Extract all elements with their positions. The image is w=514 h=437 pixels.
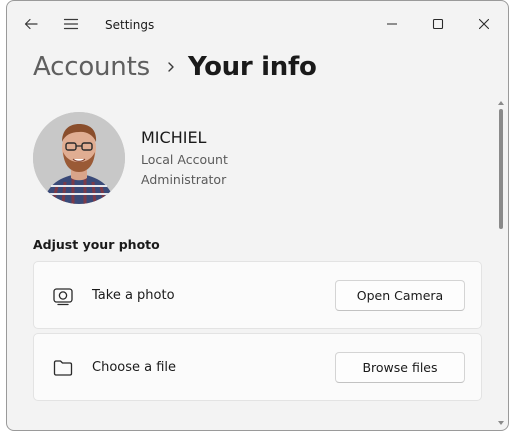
breadcrumb-accounts[interactable]: Accounts [33,52,150,82]
user-name: MICHIEL [141,128,207,147]
browse-files-button[interactable]: Browse files [335,352,465,383]
adjust-photo-heading: Adjust your photo [33,237,160,252]
folder-icon [52,357,74,379]
scroll-down-icon[interactable] [497,419,505,427]
choose-file-label: Choose a file [92,360,177,375]
profile-details: MICHIEL Local Account Administrator [141,128,228,190]
back-button[interactable] [16,9,46,39]
title-bar: Settings [7,1,508,45]
take-photo-card: Take a photo Open Camera [33,261,482,329]
minimize-icon [387,23,397,25]
avatar [33,112,125,204]
hamburger-icon [63,18,79,30]
minimize-button[interactable] [377,9,407,39]
close-button[interactable] [469,9,499,39]
chevron-right-icon [166,61,176,73]
scroll-up-icon[interactable] [497,99,505,107]
account-role: Administrator [141,172,227,187]
account-type: Local Account [141,152,228,167]
settings-window: Settings Accounts Your info MICHIEL Loca… [6,0,509,431]
breadcrumb: Accounts Your info [33,47,317,87]
back-arrow-icon [24,18,38,30]
app-title: Settings [105,18,155,32]
camera-icon [52,285,74,307]
vertical-scrollbar[interactable] [496,97,506,429]
maximize-icon [432,18,444,30]
take-photo-label: Take a photo [92,288,175,303]
open-camera-button[interactable]: Open Camera [335,280,465,311]
page-title: Your info [187,52,317,82]
maximize-button[interactable] [423,9,453,39]
menu-button[interactable] [56,9,86,39]
choose-file-card: Choose a file Browse files [33,333,482,401]
close-icon [478,18,490,30]
scroll-thumb[interactable] [499,109,503,229]
